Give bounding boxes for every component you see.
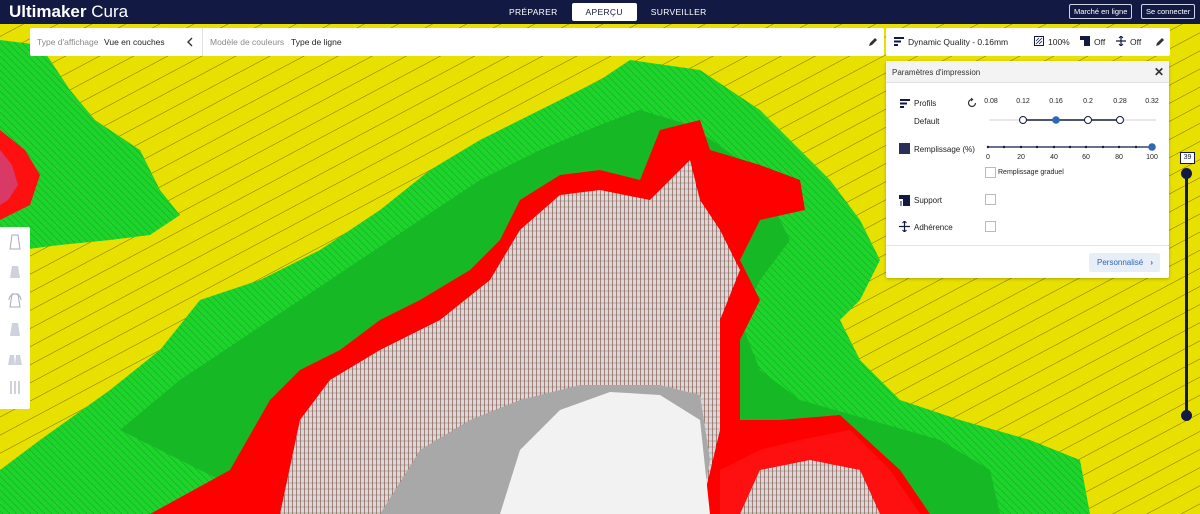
profile-tick: 0.32	[1145, 98, 1159, 105]
stage-prepare[interactable]: PRÉPARER	[495, 3, 572, 21]
print-settings-panel: Paramètres d'impression ✕ Profils Defaul…	[886, 61, 1169, 278]
edit-pencil-icon[interactable]	[1155, 37, 1165, 47]
left-toolbar	[0, 227, 30, 409]
infill-icon	[1034, 36, 1044, 46]
edit-pencil-icon[interactable]	[868, 37, 878, 47]
default-label: Default	[914, 117, 940, 126]
stage-monitor[interactable]: SURVEILLER	[637, 3, 721, 21]
divider	[886, 245, 1169, 246]
rotate-tool-icon[interactable]	[6, 291, 24, 309]
reset-icon[interactable]	[967, 97, 978, 108]
stage-menu: PRÉPARER APERÇU SURVEILLER	[495, 3, 721, 21]
stage-preview[interactable]: APERÇU	[571, 3, 637, 21]
profile-tick: 0.2	[1083, 98, 1093, 105]
support-label: Support	[914, 196, 943, 205]
color-scheme-label: Modèle de couleurs	[210, 37, 285, 47]
infill-icon	[899, 143, 910, 154]
support-blocker-icon[interactable]	[6, 378, 24, 396]
chevron-right-icon: ›	[1150, 258, 1153, 267]
marketplace-button[interactable]: Marché en ligne	[1069, 4, 1133, 19]
top-bar: Ultimaker Cura PRÉPARER APERÇU SURVEILLE…	[0, 0, 1200, 24]
infill-slider[interactable]	[986, 141, 1161, 153]
scale-tool-icon[interactable]	[6, 262, 24, 280]
layer-slider-bottom-handle[interactable]	[1181, 410, 1192, 421]
infill-tick: 60	[1082, 154, 1090, 161]
custom-button-label: Personnalisé	[1097, 258, 1144, 267]
infill-tick: 40	[1050, 154, 1058, 161]
profiles-label: Profils	[914, 99, 937, 108]
panel-header: Paramètres d'impression ✕	[886, 61, 1169, 83]
profile-tick: 0.12	[1016, 98, 1030, 105]
print-settings-bar[interactable]: Dynamic Quality - 0.16mm 100% Off Off	[886, 28, 1170, 56]
view-type-label: Type d'affichage	[37, 37, 99, 47]
sign-in-button[interactable]: Se connecter	[1141, 4, 1196, 19]
color-scheme-dropdown[interactable]: Type de ligne	[291, 37, 342, 47]
view-options-bar: Type d'affichage Vue en couches Modèle d…	[30, 28, 884, 56]
profile-slider[interactable]	[986, 113, 1161, 127]
panel-title: Paramètres d'impression	[892, 68, 981, 77]
profile-tick: 0.08	[984, 98, 998, 105]
layer-number-input[interactable]: 39	[1180, 152, 1195, 164]
adhesion-icon	[1116, 36, 1126, 46]
support-checkbox[interactable]	[985, 194, 996, 205]
profile-summary: Dynamic Quality - 0.16mm	[908, 37, 1009, 47]
per-model-settings-icon[interactable]	[6, 349, 24, 367]
profile-tick: 0.16	[1049, 98, 1063, 105]
adhesion-label: Adhérence	[914, 223, 953, 232]
profile-icon	[900, 99, 910, 108]
view-type-dropdown[interactable]: Vue en couches	[104, 37, 165, 47]
adhesion-icon	[899, 221, 910, 232]
infill-summary: 100%	[1048, 37, 1070, 47]
infill-tick: 100	[1146, 154, 1158, 161]
layer-slider-track[interactable]	[1185, 172, 1188, 415]
custom-settings-button[interactable]: Personnalisé ›	[1089, 253, 1160, 272]
move-tool-icon[interactable]	[6, 233, 24, 251]
infill-tick: 20	[1017, 154, 1025, 161]
infill-label: Remplissage (%)	[914, 145, 975, 154]
layer-slider-top-handle[interactable]	[1181, 168, 1192, 179]
close-icon[interactable]: ✕	[1154, 65, 1164, 79]
mirror-tool-icon[interactable]	[6, 320, 24, 338]
support-icon	[899, 195, 910, 206]
gradual-infill-checkbox[interactable]	[985, 167, 996, 178]
support-icon	[1080, 36, 1090, 46]
adhesion-checkbox[interactable]	[985, 221, 996, 232]
gradual-infill-label: Remplissage graduel	[998, 169, 1064, 176]
profile-icon	[894, 37, 904, 46]
collapse-chevron-icon[interactable]	[186, 37, 194, 47]
support-summary: Off	[1094, 37, 1106, 47]
profile-tick: 0.28	[1113, 98, 1127, 105]
infill-tick: 0	[986, 154, 990, 161]
app-logo: Ultimaker Cura	[9, 2, 129, 21]
adhesion-summary: Off	[1130, 37, 1142, 47]
infill-tick: 80	[1115, 154, 1123, 161]
divider	[202, 28, 203, 56]
